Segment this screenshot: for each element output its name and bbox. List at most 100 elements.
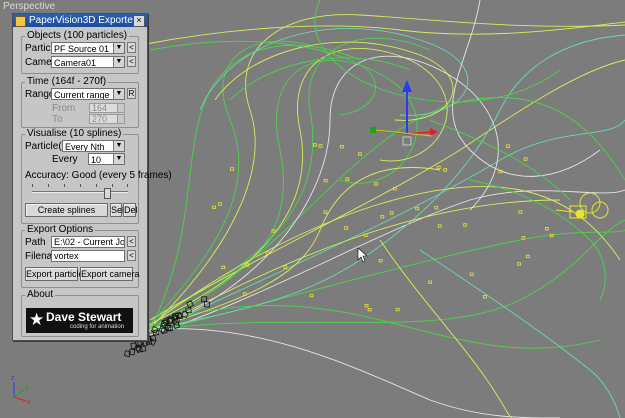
particle-dot <box>482 295 487 299</box>
export-camera-button[interactable]: Export camera <box>80 267 140 281</box>
spline-path <box>145 21 625 45</box>
transform-gizmo[interactable] <box>370 80 438 146</box>
particle-box <box>181 310 189 318</box>
accuracy-label: Accuracy: Good (every 5 frames) <box>25 170 172 181</box>
panel-title: PaperVision3D Exporter <box>29 15 137 26</box>
path-label: Path <box>25 237 46 248</box>
particles-dropdown[interactable]: PF Source 01 ▼ <box>51 42 125 54</box>
particle-dot <box>344 226 349 230</box>
particle-dot <box>463 223 468 227</box>
spline-path <box>149 97 625 331</box>
from-spinner[interactable]: 164 <box>89 103 125 113</box>
every-value: 10 <box>91 155 102 165</box>
chevron-down-icon: ▼ <box>113 57 124 67</box>
particle-box <box>139 345 147 353</box>
spline-path <box>149 34 625 331</box>
objects-legend: Objects (100 particles) <box>25 30 130 41</box>
svg-text:x: x <box>27 399 31 406</box>
particle-dot <box>469 272 474 276</box>
camera-dropdown[interactable]: Camera01 ▼ <box>51 56 125 68</box>
spline-path <box>149 14 625 329</box>
chevron-down-icon: ▼ <box>113 154 124 164</box>
visualise-group: Visualise (10 splines) Particle(s) Every… <box>21 128 172 224</box>
spline-path <box>149 219 625 331</box>
particle-dot <box>323 210 328 214</box>
pick-camera-button[interactable]: < <box>127 56 136 67</box>
particle-dot <box>378 259 383 263</box>
particle-dot <box>505 144 510 148</box>
particle-dot <box>242 292 247 296</box>
range-dropdown[interactable]: Current range ▼ <box>51 88 125 100</box>
to-label: To <box>52 114 63 125</box>
spline-path <box>419 249 621 418</box>
export-group: Export Options Path E:\02 - Current Jobs… <box>21 224 140 288</box>
particle-dot <box>395 307 400 312</box>
filename-field[interactable]: vortex <box>51 250 125 262</box>
particle-dot <box>436 165 441 170</box>
particle-dot <box>218 202 223 206</box>
every-dropdown[interactable]: 10 ▼ <box>88 153 125 165</box>
spline-path <box>314 0 561 103</box>
accuracy-slider[interactable] <box>32 191 128 193</box>
particle-dot <box>517 262 522 266</box>
to-value: 270 <box>92 114 108 124</box>
axis-tripod: z x y <box>11 375 31 406</box>
browse-filename-button[interactable]: < <box>127 250 136 261</box>
spline-path <box>154 119 625 331</box>
particle-dot <box>363 233 368 238</box>
pick-particles-button[interactable]: < <box>127 42 136 53</box>
particles-value: PF Source 01 <box>54 44 110 54</box>
particle-dot <box>323 178 328 183</box>
camera-object[interactable] <box>555 192 609 219</box>
spinner-arrows-icon <box>117 115 124 123</box>
from-value: 164 <box>92 103 108 113</box>
accuracy-slider-thumb[interactable] <box>103 188 111 199</box>
star-icon: ★ <box>29 310 45 329</box>
create-splines-button[interactable]: Create splines <box>25 203 108 217</box>
path-field[interactable]: E:\02 - Current Jobs\2008 <box>51 236 125 248</box>
spline-path <box>147 328 561 418</box>
particle-dot <box>523 157 528 161</box>
chevron-down-icon: ▼ <box>113 43 124 53</box>
range-value: Current range <box>54 90 110 100</box>
spline-path <box>469 179 606 301</box>
particle-dot <box>265 251 270 255</box>
particle-dot <box>318 144 323 148</box>
particle-dot <box>521 236 526 240</box>
objects-group: Objects (100 particles) Particles PF Sou… <box>21 30 139 74</box>
spline-path <box>379 239 513 418</box>
spline-path <box>149 59 625 321</box>
particle-dot <box>358 152 362 156</box>
particle-dot <box>367 307 372 312</box>
particle-dot <box>437 224 442 228</box>
particle-dot <box>309 293 314 298</box>
delete-splines-button[interactable]: Del <box>123 203 138 217</box>
export-particles-button[interactable]: Export particles <box>25 267 88 281</box>
spline-path <box>149 167 441 331</box>
spline-path <box>149 59 418 331</box>
to-spinner[interactable]: 270 <box>89 114 125 124</box>
particle-dot <box>389 211 394 215</box>
browse-path-button[interactable]: < <box>127 236 136 247</box>
chevron-down-icon: ▼ <box>113 89 124 99</box>
particle-dot <box>545 227 549 231</box>
from-label: From <box>52 103 76 114</box>
dave-stewart-logo[interactable]: ★ Dave Stewart coding for animation <box>26 308 133 333</box>
close-button[interactable]: × <box>133 15 145 27</box>
select-splines-button[interactable]: Sel <box>110 203 124 217</box>
particle-dot <box>415 206 420 211</box>
panel-titlebar[interactable]: PaperVision3D Exporter × <box>13 14 147 27</box>
particle-dot <box>392 186 397 191</box>
visualise-legend: Visualise (10 splines) <box>25 128 124 139</box>
reset-range-button[interactable]: R <box>127 88 136 99</box>
particle-dot <box>221 265 226 270</box>
vis-particles-value: Every Nth <box>65 142 105 152</box>
exporter-panel: PaperVision3D Exporter × Objects (100 pa… <box>12 13 172 341</box>
logo-tagline: coding for animation <box>70 324 125 330</box>
vis-particles-dropdown[interactable]: Every Nth ▼ <box>62 140 125 152</box>
particle-dot <box>230 167 235 171</box>
particle-dot <box>525 254 530 259</box>
particle-box <box>148 338 157 347</box>
time-legend: Time (164f - 270f) <box>25 76 109 87</box>
app-icon <box>15 16 26 27</box>
